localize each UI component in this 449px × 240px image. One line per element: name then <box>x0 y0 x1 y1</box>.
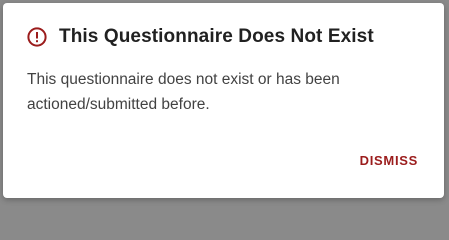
dialog-message: This questionnaire does not exist or has… <box>27 71 340 113</box>
dialog-title: This Questionnaire Does Not Exist <box>59 26 374 47</box>
alert-circle-icon <box>26 26 48 48</box>
error-dialog: This Questionnaire Does Not Exist This q… <box>3 3 444 198</box>
dialog-header: This Questionnaire Does Not Exist <box>26 24 374 50</box>
dismiss-button[interactable]: DISMISS <box>360 153 418 168</box>
